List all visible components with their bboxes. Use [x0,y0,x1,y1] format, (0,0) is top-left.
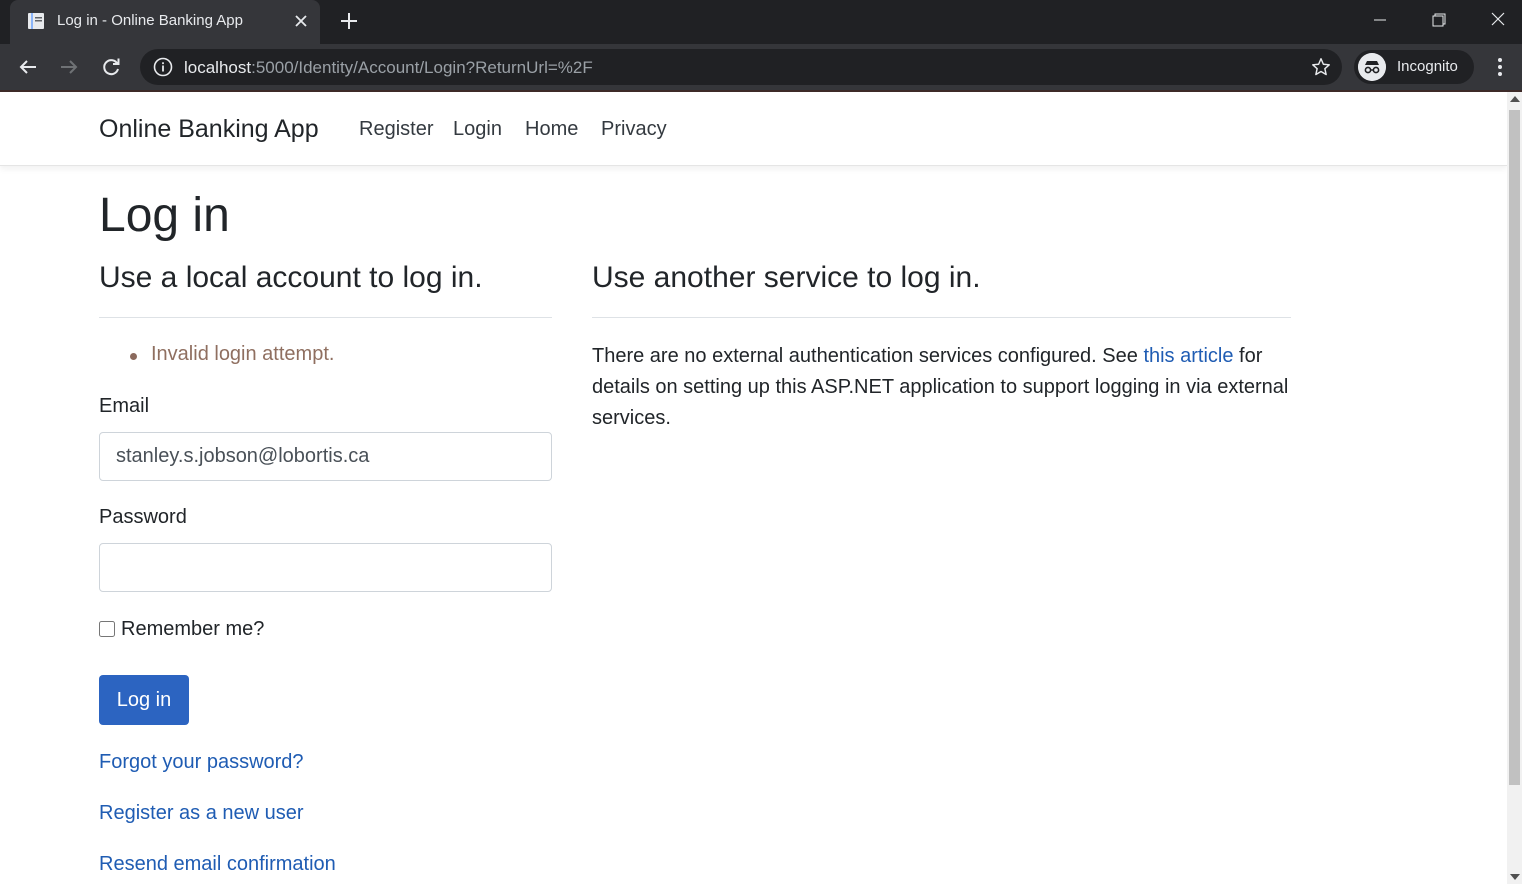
navbar-brand[interactable]: Online Banking App [99,115,319,144]
url-text: localhost:5000/Identity/Account/Login?Re… [184,58,593,78]
site-navbar: Online Banking App Register Login Home P… [0,92,1507,166]
login-button[interactable]: Log in [99,675,189,725]
back-arrow-icon[interactable] [16,55,40,79]
web-page: Online Banking App Register Login Home P… [0,92,1507,884]
page-scrollbar-thumb[interactable] [1509,110,1520,785]
register-new-user-link[interactable]: Register as a new user [99,802,304,825]
local-account-heading: Use a local account to log in. [99,261,483,294]
minimize-window-icon[interactable] [1366,8,1394,32]
password-label: Password [99,506,187,528]
remember-me-label[interactable]: Remember me? [121,618,264,641]
new-tab-icon[interactable] [338,10,360,32]
browser-tab-strip: Log in - Online Banking App [0,0,1522,44]
reload-icon[interactable] [99,55,123,79]
nav-link-home[interactable]: Home [525,118,578,141]
email-field[interactable] [99,432,552,481]
tab-title: Log in - Online Banking App [57,12,243,29]
url-path: :5000/Identity/Account/Login?ReturnUrl=%… [251,58,593,77]
bookmark-star-icon[interactable] [1310,56,1332,78]
address-bar[interactable]: localhost:5000/Identity/Account/Login?Re… [140,49,1342,85]
nav-link-privacy[interactable]: Privacy [601,118,667,141]
this-article-link[interactable]: this article [1143,345,1233,367]
url-host: localhost [184,58,252,77]
incognito-icon [1358,53,1386,81]
nav-link-register[interactable]: Register [359,118,433,141]
email-label: Email [99,395,150,417]
remember-me-checkbox[interactable] [99,621,115,637]
browser-toolbar: localhost:5000/Identity/Account/Login?Re… [0,44,1522,90]
browser-menu-icon[interactable] [1488,55,1512,79]
restore-window-icon[interactable] [1425,8,1453,32]
forgot-password-link[interactable]: Forgot your password? [99,751,304,774]
forward-arrow-icon[interactable] [57,55,81,79]
validation-error: Invalid login attempt. [151,343,335,365]
site-info-icon[interactable] [152,56,174,78]
local-section-divider [99,317,552,318]
browser-tab[interactable]: Log in - Online Banking App [10,0,320,44]
external-section-divider [592,317,1291,318]
incognito-indicator[interactable]: Incognito [1354,50,1474,84]
close-window-icon[interactable] [1484,8,1512,32]
scroll-up-arrow-icon[interactable] [1510,96,1520,102]
incognito-label: Incognito [1397,58,1458,75]
resend-confirmation-link[interactable]: Resend email confirmation [99,853,336,876]
scroll-down-arrow-icon[interactable] [1510,874,1520,880]
validation-bullet [130,353,137,360]
close-tab-icon[interactable] [290,10,312,32]
page-favicon-icon [28,13,44,29]
external-text-start: There are no external authentication ser… [592,345,1144,367]
page-title: Log in [99,189,230,242]
password-field[interactable] [99,543,552,592]
external-login-heading: Use another service to log in. [592,261,981,294]
nav-link-login[interactable]: Login [453,118,502,141]
external-services-message: There are no external authentication ser… [592,341,1292,434]
